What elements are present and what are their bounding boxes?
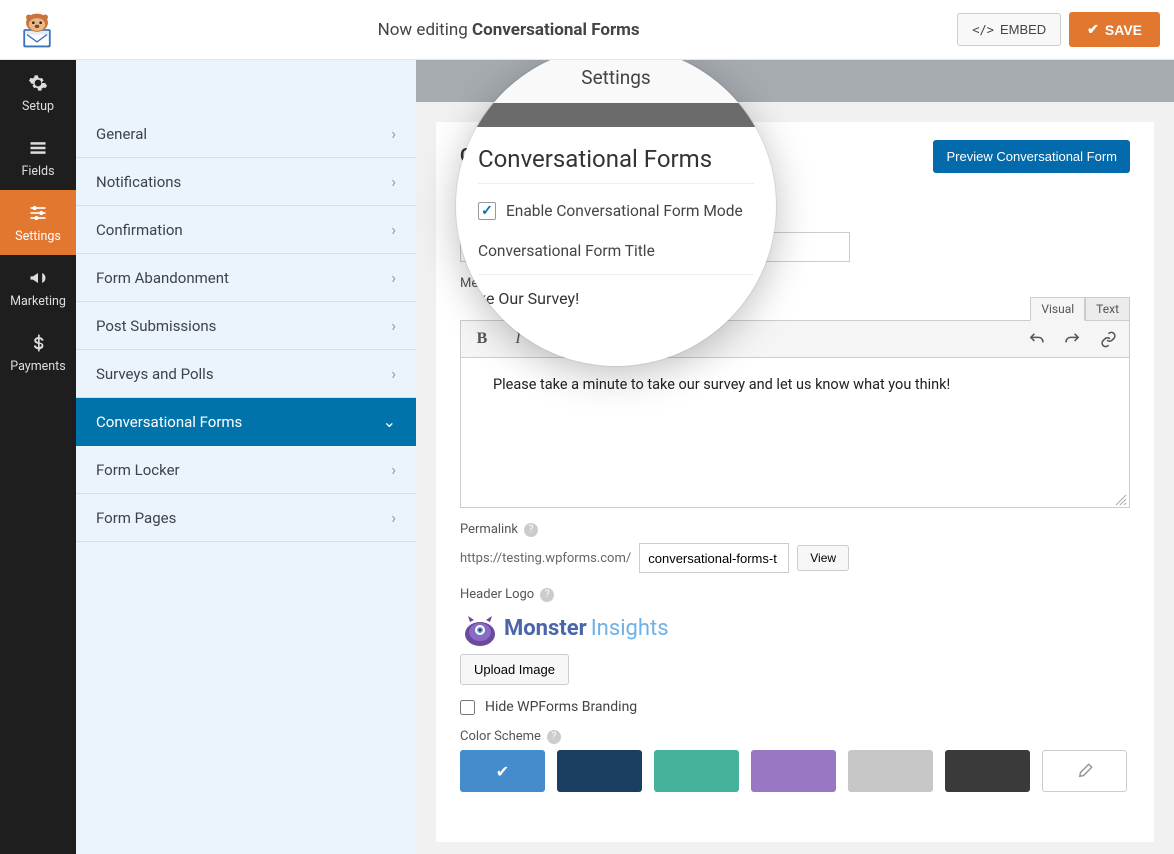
sidebar-item-confirmation[interactable]: Confirmation› — [76, 206, 416, 254]
dollar-icon — [27, 332, 49, 354]
sidebar-item-form-pages[interactable]: Form Pages› — [76, 494, 416, 542]
code-icon: </> — [972, 23, 994, 37]
help-icon[interactable]: ? — [540, 588, 554, 602]
sidebar-item-surveys-polls[interactable]: Surveys and Polls› — [76, 350, 416, 398]
bullhorn-icon — [27, 267, 49, 289]
chevron-down-icon: ⌄ — [383, 412, 396, 431]
save-button[interactable]: ✔ SAVE — [1069, 12, 1160, 47]
magnifier-overlay: Settings Conversational Forms ✓ Enable C… — [456, 60, 776, 366]
color-swatch-5[interactable] — [848, 750, 933, 792]
header-logo-label: Header Logo ? — [460, 587, 1130, 602]
rail-marketing[interactable]: Marketing — [0, 255, 76, 320]
chevron-right-icon: › — [391, 124, 396, 143]
color-swatch-1[interactable]: ✔ — [460, 750, 545, 792]
check-icon: ✔ — [1087, 21, 1099, 38]
sidebar-item-notifications[interactable]: Notifications› — [76, 158, 416, 206]
chevron-right-icon: › — [391, 220, 396, 239]
chevron-right-icon: › — [391, 508, 396, 527]
permalink-base: https://testing.wpforms.com/ — [460, 551, 631, 566]
view-button[interactable]: View — [797, 545, 849, 571]
top-bar: Now editing Conversational Forms </> EMB… — [0, 0, 1174, 60]
rail-fields[interactable]: Fields — [0, 125, 76, 190]
color-swatch-6[interactable] — [945, 750, 1030, 792]
bold-icon[interactable]: B — [471, 328, 493, 350]
mag-title-value: ke Our Survey! — [478, 289, 754, 308]
color-swatch-2[interactable] — [557, 750, 642, 792]
main-area: Preview Conversational Form C Enable Con… — [416, 60, 1174, 854]
help-icon[interactable]: ? — [524, 523, 538, 537]
mag-title-label: Conversational Form Title — [478, 242, 754, 275]
hide-branding-checkbox[interactable] — [460, 700, 475, 715]
permalink-label: Permalink ? — [460, 522, 1130, 537]
gear-icon — [27, 72, 49, 94]
nav-rail: Setup Fields Settings Marketing Payments — [0, 60, 76, 854]
sliders-icon — [27, 202, 49, 224]
upload-image-button[interactable]: Upload Image — [460, 654, 569, 685]
mag-enable-label: Enable Conversational Form Mode — [506, 202, 743, 220]
hide-branding-row: Hide WPForms Branding — [460, 699, 1130, 715]
rail-settings[interactable]: Settings — [0, 190, 76, 255]
help-icon[interactable]: ? — [547, 730, 561, 744]
sidebar-item-form-abandonment[interactable]: Form Abandonment› — [76, 254, 416, 302]
mag-checkbox: ✓ — [478, 202, 496, 220]
chevron-right-icon: › — [391, 268, 396, 287]
list-icon — [27, 137, 49, 159]
color-scheme-label: Color Scheme ? — [460, 729, 1130, 744]
sidebar-item-post-submissions[interactable]: Post Submissions› — [76, 302, 416, 350]
hide-branding-label: Hide WPForms Branding — [485, 699, 637, 715]
resize-handle-icon[interactable] — [1115, 493, 1127, 505]
sidebar-item-conversational-forms[interactable]: Conversational Forms⌄ — [76, 398, 416, 446]
color-swatch-custom[interactable] — [1042, 750, 1127, 792]
permalink-slug-input[interactable] — [639, 543, 789, 573]
mag-heading: Conversational Forms — [478, 145, 754, 173]
chevron-right-icon: › — [391, 172, 396, 191]
message-editor[interactable]: Please take a minute to take our survey … — [460, 358, 1130, 508]
chevron-right-icon: › — [391, 364, 396, 383]
editing-title: Now editing Conversational Forms — [60, 20, 957, 40]
sidebar-item-form-locker[interactable]: Form Locker› — [76, 446, 416, 494]
chevron-right-icon: › — [391, 460, 396, 479]
redo-icon[interactable] — [1061, 328, 1083, 350]
chevron-right-icon: › — [391, 316, 396, 335]
header-logo-preview: MonsterInsights — [460, 608, 1130, 648]
editor-tab-visual[interactable]: Visual — [1030, 297, 1085, 321]
color-swatches: ✔ — [460, 750, 1130, 792]
editor-tab-text[interactable]: Text — [1085, 297, 1130, 321]
wpforms-logo — [14, 7, 60, 53]
link-icon[interactable] — [1097, 328, 1119, 350]
rail-setup[interactable]: Setup — [0, 60, 76, 125]
undo-icon[interactable] — [1025, 328, 1047, 350]
color-swatch-3[interactable] — [654, 750, 739, 792]
rail-payments[interactable]: Payments — [0, 320, 76, 385]
preview-button[interactable]: Preview Conversational Form — [933, 140, 1130, 173]
sidebar-item-general[interactable]: General› — [76, 110, 416, 158]
embed-button[interactable]: </> EMBED — [957, 13, 1061, 46]
color-swatch-4[interactable] — [751, 750, 836, 792]
settings-sidebar: General› Notifications› Confirmation› Fo… — [76, 60, 416, 854]
